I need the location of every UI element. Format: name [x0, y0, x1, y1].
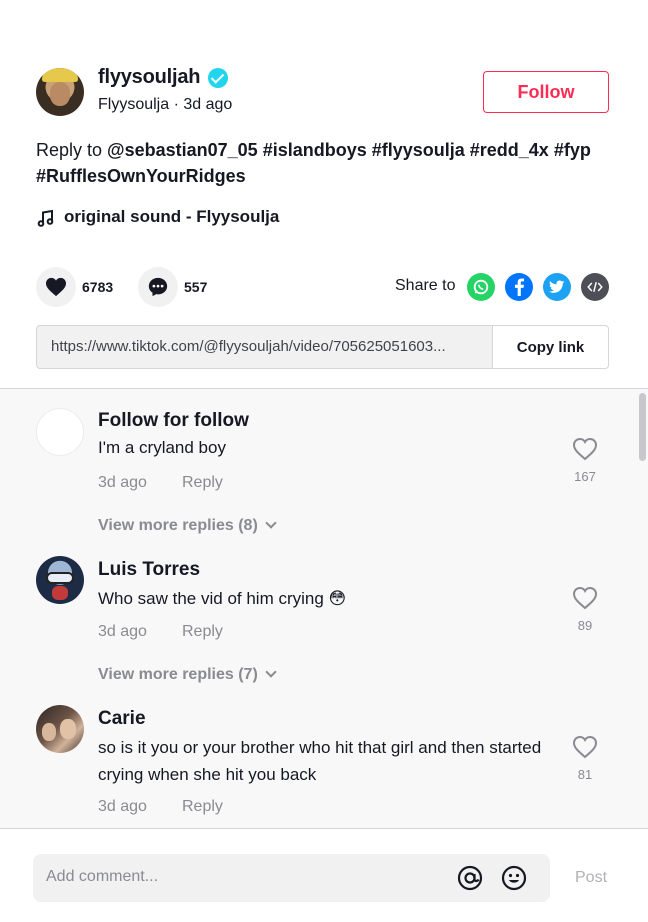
music-title[interactable]: original sound - Flyysoulja	[64, 207, 279, 227]
comment-text: Who saw the vid of him crying 😳	[98, 589, 347, 608]
comment-avatar[interactable]	[36, 556, 84, 604]
comment-reply-button[interactable]: Reply	[182, 474, 223, 492]
comment-avatar[interactable]	[36, 705, 84, 753]
share-link-box: https://www.tiktok.com/@flyysouljah/vide…	[36, 325, 609, 369]
comment-like-count: 167	[574, 469, 596, 484]
comment-input[interactable]: Add comment...	[33, 854, 550, 902]
verified-badge-icon	[208, 68, 228, 88]
hat-shape	[42, 68, 78, 82]
comment-like-count: 89	[577, 618, 593, 633]
author-avatar[interactable]	[36, 68, 84, 116]
caption-tags-line2[interactable]: #RufflesOwnYourRidges	[36, 166, 246, 186]
view-more-replies[interactable]: View more replies (8)	[98, 517, 277, 535]
comment-username[interactable]: Follow for follow	[98, 410, 249, 432]
caption-prefix: Reply to	[36, 140, 108, 160]
comment-composer: Add comment... Post	[0, 829, 648, 922]
face-shape	[50, 82, 70, 106]
chevron-down-icon	[265, 666, 277, 678]
comment-text: so is it you or your brother who hit tha…	[98, 738, 542, 784]
author-name[interactable]: flyysouljah	[98, 66, 200, 89]
heart-outline-icon[interactable]	[572, 735, 598, 759]
post-caption: Reply to @sebastian07_05 #islandboys #fl…	[36, 137, 626, 189]
comment-username[interactable]: Luis Torres	[98, 559, 200, 581]
post-button[interactable]: Post	[575, 869, 607, 887]
comment-avatar[interactable]	[36, 408, 84, 456]
copy-link-button[interactable]: Copy link	[492, 326, 608, 368]
comment-input-placeholder: Add comment...	[46, 868, 159, 885]
comment-button[interactable]	[138, 267, 178, 307]
comment-reply-button[interactable]: Reply	[182, 798, 223, 816]
comment-username[interactable]: Carie	[98, 708, 146, 730]
caption-tags-line1[interactable]: @sebastian07_05 #islandboys #flyysoulja …	[107, 140, 591, 160]
author-meta: Flyysoulja · 3d ago	[98, 96, 233, 113]
comment-reply-button[interactable]: Reply	[182, 623, 223, 641]
facebook-icon[interactable]	[505, 273, 533, 301]
comment-time: 3d ago	[98, 623, 147, 640]
share-label: Share to	[395, 277, 456, 294]
music-note-icon	[37, 209, 54, 227]
like-count: 6783	[82, 279, 114, 295]
view-more-replies[interactable]: View more replies (7)	[98, 666, 277, 684]
follow-button[interactable]: Follow	[483, 71, 609, 113]
comment-bubble-icon	[148, 277, 168, 297]
view-more-replies-label: View more replies (7)	[98, 666, 258, 683]
comment-time: 3d ago	[98, 474, 147, 491]
comment-like-count: 81	[577, 767, 593, 782]
whatsapp-icon[interactable]	[467, 273, 495, 301]
emoji-icon[interactable]	[501, 865, 527, 891]
comment-count: 557	[184, 279, 208, 295]
like-button[interactable]	[36, 267, 76, 307]
heart-outline-icon[interactable]	[572, 586, 598, 610]
twitter-icon[interactable]	[543, 273, 571, 301]
post-header: flyysouljah Flyysoulja · 3d ago Follow R…	[0, 0, 648, 388]
chevron-down-icon	[265, 517, 277, 529]
scrollbar[interactable]	[639, 393, 646, 461]
heart-outline-icon[interactable]	[572, 437, 598, 461]
heart-icon	[46, 277, 66, 297]
mention-icon[interactable]	[457, 865, 483, 891]
comment-time: 3d ago	[98, 798, 147, 815]
share-link-url[interactable]: https://www.tiktok.com/@flyysouljah/vide…	[51, 338, 493, 355]
comment-list[interactable]: Follow for follow I'm a cryland boy 3d a…	[0, 389, 648, 829]
comment-text: I'm a cryland boy	[98, 438, 226, 457]
embed-icon[interactable]	[581, 273, 609, 301]
view-more-replies-label: View more replies (8)	[98, 517, 258, 534]
